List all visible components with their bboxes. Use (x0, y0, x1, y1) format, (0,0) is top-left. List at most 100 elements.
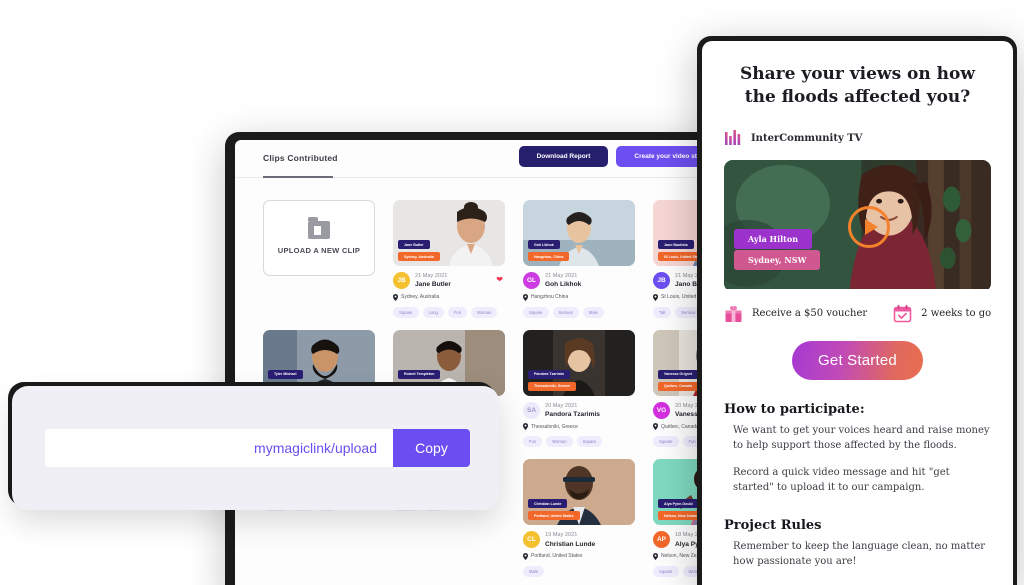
clip-thumbnail[interactable]: Christian Lunde Portland, United States (523, 459, 635, 526)
clip-overlay-location: Thessaloniki, Greece (528, 381, 576, 391)
tab-clips-contributed[interactable]: Clips Contributed (263, 153, 338, 170)
clips-grid: UPLOAD A NEW CLIP Jane Butler Sydney, Au… (235, 178, 725, 577)
clip-tag[interactable]: Square (576, 436, 603, 448)
location-pin-icon (523, 423, 528, 431)
clip-tag[interactable]: Male (523, 565, 545, 577)
section-body: Remember to keep the language clean, no … (724, 539, 991, 570)
clip-card[interactable]: Jane Butler Sydney, Australia JB 21 May … (393, 200, 505, 318)
clip-author-name: Jane Butler (415, 281, 451, 289)
clip-thumbnail[interactable]: Pandora Tzarimis Thessaloniki, Greece (523, 329, 635, 396)
clip-tag[interactable]: Tall (653, 306, 672, 318)
clip-overlay-name: Goh Likhok (528, 240, 560, 249)
location-pin-icon (393, 293, 398, 301)
clip-overlay-name: Christian Lunde (528, 499, 568, 509)
clip-card[interactable]: Pandora Tzarimis Thessaloniki, Greece SA… (523, 329, 635, 448)
brand-row: InterCommunity TV (724, 129, 991, 148)
avatar: CL (523, 531, 540, 549)
section-heading: Project Rules (724, 517, 822, 533)
clip-location-text: Thessaloniki, Greece (531, 423, 578, 430)
clip-tag[interactable]: Long (422, 306, 444, 318)
location-pin-icon (653, 293, 658, 301)
screenshot-stage: Clips Contributed Download Report Create… (0, 0, 1024, 585)
clip-author-name: Pandora Tzarimis (545, 411, 600, 418)
magic-link-input[interactable] (45, 429, 393, 467)
clip-card[interactable]: Goh Likhok Hangzhou, China GL 21 May 202… (523, 200, 635, 318)
clip-date: 19 May 2021 (545, 532, 578, 539)
clip-location-row: Sydney, Australia (393, 293, 505, 301)
clip-location-text: Sydney, Australia (401, 294, 440, 301)
section-paragraph: Remember to keep the language clean, no … (733, 540, 986, 568)
calendar-icon (893, 304, 912, 323)
clip-overlay-location: Sydney, Australia (398, 252, 440, 261)
clip-author-name: Christian Lunde (545, 540, 596, 548)
section-how-to-participate: How to participate: We want to get your … (724, 402, 991, 496)
clip-tag[interactable]: Serious (552, 306, 579, 318)
favorite-heart-icon[interactable]: ❤ (496, 275, 503, 284)
presenter-location-badge: Sydney, NSW (734, 249, 821, 270)
clip-card[interactable]: Christian Lunde Portland, United States … (523, 459, 635, 577)
tab-active-underline (263, 176, 333, 178)
clip-tags: Fun Woman Square (523, 436, 635, 448)
campaign-title: Share your views on how the floods affec… (739, 64, 976, 107)
clip-tag[interactable]: Square (523, 306, 549, 318)
copy-link-button[interactable]: Copy (393, 429, 470, 467)
clip-overlay-name: Jano Bautista (658, 240, 694, 249)
magic-link-row: Copy (45, 429, 470, 467)
avatar: SA (523, 401, 540, 419)
clip-tag[interactable]: Fun (523, 436, 543, 448)
clip-tags: Square Long Fun Woman (393, 306, 505, 318)
clip-location-text: Hangzhou China (531, 294, 569, 301)
clip-date: 21 May 2021 (415, 273, 448, 279)
campaign-video-card[interactable]: Ayla Hilton Sydney, NSW (724, 159, 991, 292)
clip-meta: SA 20 May 2021 Pandora Tzarimis (523, 401, 635, 420)
avatar: VG (653, 401, 670, 419)
clip-meta: CL 19 May 2021 Christian Lunde (523, 531, 635, 549)
campaign-perks-row: Receive a $50 voucher 2 weeks to go (724, 304, 991, 323)
location-pin-icon (523, 293, 528, 301)
clip-location-text: Portland, United States (531, 553, 583, 560)
get-started-button[interactable]: Get Started (792, 340, 923, 380)
clip-meta: GL 21 May 2021 Goh Likhok (523, 272, 635, 290)
cta-wrap: Get Started (724, 340, 991, 380)
upload-tile-label: UPLOAD A NEW CLIP (277, 246, 361, 255)
clip-date: 20 May 2021 (545, 402, 578, 409)
intercommunity-logo-icon (725, 129, 741, 145)
clip-tags: Square Serious Male (523, 306, 635, 318)
clip-thumbnail[interactable]: Goh Likhok Hangzhou, China (523, 200, 635, 266)
perk-deadline: 2 weeks to go (893, 304, 991, 323)
clip-location-row: Thessaloniki, Greece (523, 423, 635, 431)
section-paragraph: Record a quick video message and hit "ge… (733, 466, 950, 494)
clip-overlay-name: Jane Butler (398, 240, 430, 249)
dashboard-window-frame: Clips Contributed Download Report Create… (225, 132, 725, 585)
upload-new-clip-tile[interactable]: UPLOAD A NEW CLIP (263, 200, 375, 276)
clip-tag[interactable]: Square (393, 306, 419, 318)
clip-overlay-location: Portland, United States (528, 511, 580, 521)
perk-voucher: Receive a $50 voucher (724, 304, 867, 323)
clip-location-row: Portland, United States (523, 552, 635, 560)
clip-tag[interactable]: Male (582, 306, 604, 318)
gift-icon (725, 305, 742, 322)
dashboard-topbar: Clips Contributed Download Report Create… (235, 140, 725, 178)
dashboard-screen: Clips Contributed Download Report Create… (235, 140, 725, 585)
clip-tag[interactable]: Woman (546, 436, 573, 448)
avatar: JB (393, 272, 410, 289)
clip-location-text: Québec, Canada (661, 423, 699, 430)
play-triangle-icon (864, 218, 878, 235)
clip-tag[interactable]: Square (653, 436, 679, 448)
location-pin-icon (523, 552, 528, 560)
clip-tag[interactable]: Fun (447, 306, 468, 318)
folder-upload-icon (308, 217, 330, 239)
clip-location-row: Hangzhou China (523, 293, 635, 301)
play-button[interactable] (848, 205, 890, 248)
campaign-screen: Share your views on how the floods affec… (702, 41, 1013, 585)
clip-tag[interactable]: Square (653, 565, 679, 577)
section-project-rules: Project Rules Remember to keep the langu… (724, 518, 991, 570)
campaign-window-frame: Share your views on how the floods affec… (697, 36, 1017, 585)
clip-overlay-name: Vanessa Grignet (658, 369, 699, 379)
clip-tag[interactable]: Woman (471, 306, 498, 318)
clip-thumbnail[interactable]: Jane Butler Sydney, Australia (393, 200, 505, 266)
section-heading: How to participate: (724, 401, 865, 417)
download-report-button[interactable]: Download Report (518, 146, 609, 167)
dashboard-actions: Download Report Create your video story (518, 146, 725, 167)
section-body: We want to get your voices heard and rai… (724, 423, 991, 496)
